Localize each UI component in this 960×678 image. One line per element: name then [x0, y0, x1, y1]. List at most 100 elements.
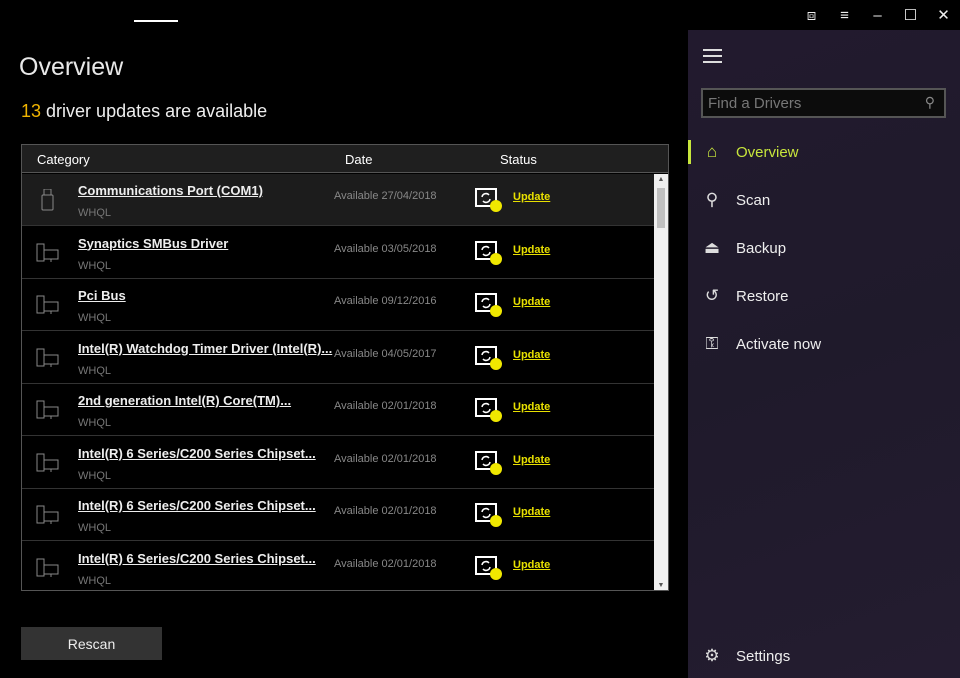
sidebar-item-overview[interactable]: ⌂ Overview	[688, 132, 960, 172]
header-status[interactable]: Status	[500, 152, 537, 167]
update-status-icon	[474, 292, 504, 318]
driver-name[interactable]: Intel(R) 6 Series/C200 Series Chipset...	[78, 446, 316, 461]
sidebar-item-activate-now[interactable]: ⚿ Activate now	[688, 324, 960, 364]
update-status-icon	[474, 397, 504, 423]
computer-icon	[36, 452, 60, 474]
sidebar-item-label: Backup	[736, 239, 787, 257]
scrollbar[interactable]: ▲ ▼	[654, 174, 668, 590]
driver-date: Available 27/04/2018	[334, 190, 437, 202]
update-status-icon	[474, 345, 504, 371]
driver-date: Available 02/01/2018	[334, 400, 437, 412]
driver-cert: WHQL	[78, 417, 111, 429]
sidebar-item-label: Restore	[736, 287, 789, 305]
search-icon[interactable]: ⚲	[925, 94, 935, 111]
table-row[interactable]: Intel(R) 6 Series/C200 Series Chipset...…	[22, 541, 654, 590]
scan-icon: ⚲	[705, 190, 719, 209]
driver-cert: WHQL	[78, 469, 111, 482]
update-status-icon	[474, 187, 504, 213]
update-link[interactable]: Update	[513, 559, 550, 571]
close-button[interactable]: ✕	[927, 6, 960, 26]
driver-name[interactable]: Pci Bus	[78, 288, 126, 303]
driver-cert: WHQL	[78, 259, 111, 272]
scroll-thumb[interactable]	[657, 188, 665, 228]
driver-cert: WHQL	[78, 312, 111, 324]
update-count: 13	[21, 101, 42, 121]
updates-summary: 13 driver updates are available	[21, 101, 267, 122]
driver-name[interactable]: Intel(R) Watchdog Timer Driver (Intel(R)…	[78, 341, 332, 356]
update-status-icon	[474, 450, 504, 476]
search-box: ⚲	[701, 88, 946, 118]
table-row[interactable]: Intel(R) 6 Series/C200 Series Chipset...…	[22, 436, 654, 489]
table-row[interactable]: Intel(R) 6 Series/C200 Series Chipset...…	[22, 489, 654, 541]
table-row[interactable]: 2nd generation Intel(R) Core(TM)... WHQL…	[22, 384, 654, 436]
key-icon: ⚿	[705, 334, 719, 353]
title-underline	[134, 20, 178, 22]
computer-icon	[36, 294, 60, 316]
update-status-icon	[474, 240, 504, 266]
restore-icon: ↺	[704, 286, 720, 305]
computer-icon	[36, 347, 60, 369]
table-row[interactable]: Pci Bus WHQL Available 09/12/2016 Update	[22, 279, 654, 331]
page-title: Overview	[19, 53, 124, 81]
drivers-table: Category Date Status Communications Port…	[21, 144, 669, 591]
maximize-button[interactable]: ☐	[894, 6, 927, 26]
toolbox-icon[interactable]: ⧈	[795, 6, 828, 26]
driver-date: Available 02/01/2018	[334, 505, 437, 517]
sidebar-item-backup[interactable]: ⏏ Backup	[688, 228, 960, 268]
rescan-button[interactable]: Rescan	[21, 627, 162, 660]
driver-name[interactable]: Synaptics SMBus Driver	[78, 236, 228, 251]
search-input[interactable]	[703, 90, 913, 117]
update-link[interactable]: Update	[513, 349, 550, 361]
driver-cert: WHQL	[78, 522, 111, 534]
update-link[interactable]: Update	[513, 191, 550, 203]
driver-name[interactable]: 2nd generation Intel(R) Core(TM)...	[78, 393, 291, 408]
table-row[interactable]: Intel(R) Watchdog Timer Driver (Intel(R)…	[22, 331, 654, 384]
window-controls: ⧈ ≡ – ☐ ✕	[795, 6, 960, 26]
driver-name[interactable]: Intel(R) 6 Series/C200 Series Chipset...	[78, 551, 316, 566]
update-link[interactable]: Update	[513, 454, 550, 466]
backup-icon: ⏏	[703, 238, 721, 257]
sidebar-item-restore[interactable]: ↺ Restore	[688, 276, 960, 316]
update-link[interactable]: Update	[513, 506, 550, 518]
computer-icon	[36, 557, 60, 579]
summary-text: driver updates are available	[46, 101, 268, 121]
driver-cert: WHQL	[78, 364, 111, 377]
driver-date: Available 02/01/2018	[334, 452, 437, 465]
update-status-icon	[474, 555, 504, 581]
header-date[interactable]: Date	[345, 152, 372, 167]
sidebar-item-settings[interactable]: ⚙ Settings	[688, 636, 960, 676]
driver-cert: WHQL	[78, 574, 111, 587]
sidebar: ⚲ ⌂ Overview ⚲ Scan ⏏ Backup ↺ Restore ⚿ Activate…	[688, 30, 960, 678]
home-icon: ⌂	[706, 142, 718, 161]
scroll-down-arrow[interactable]: ▼	[654, 582, 668, 589]
sidebar-item-label: Scan	[736, 191, 771, 209]
update-status-icon	[474, 502, 504, 528]
sidebar-item-label: Activate now	[736, 335, 822, 353]
menu-icon[interactable]: ≡	[828, 6, 861, 26]
gear-icon: ⚙	[704, 646, 720, 665]
computer-icon	[36, 399, 60, 421]
driver-date: Available 09/12/2016	[334, 295, 437, 307]
scroll-up-arrow[interactable]: ▲	[654, 176, 668, 183]
table-row[interactable]: Communications Port (COM1) WHQL Availabl…	[22, 174, 654, 226]
sidebar-item-label: Settings	[736, 647, 791, 665]
update-link[interactable]: Update	[513, 401, 550, 413]
update-link[interactable]: Update	[513, 244, 550, 256]
driver-date: Available 03/05/2018	[334, 242, 437, 255]
minimize-button[interactable]: –	[861, 6, 894, 26]
computer-icon	[36, 504, 60, 526]
usb-icon	[36, 188, 60, 211]
driver-name[interactable]: Communications Port (COM1)	[78, 183, 263, 198]
sidebar-item-scan[interactable]: ⚲ Scan	[688, 180, 960, 220]
driver-date: Available 04/05/2017	[334, 347, 437, 360]
computer-icon	[36, 242, 60, 264]
table-header: Category Date Status	[22, 145, 668, 173]
driver-name[interactable]: Intel(R) 6 Series/C200 Series Chipset...	[78, 498, 316, 513]
driver-cert: WHQL	[78, 207, 111, 219]
update-link[interactable]: Update	[513, 296, 550, 308]
driver-date: Available 02/01/2018	[334, 557, 437, 570]
hamburger-menu-icon[interactable]	[703, 49, 722, 67]
table-row[interactable]: Synaptics SMBus Driver WHQL Available 03…	[22, 226, 654, 279]
header-category[interactable]: Category	[37, 152, 90, 167]
sidebar-item-label: Overview	[736, 143, 799, 161]
